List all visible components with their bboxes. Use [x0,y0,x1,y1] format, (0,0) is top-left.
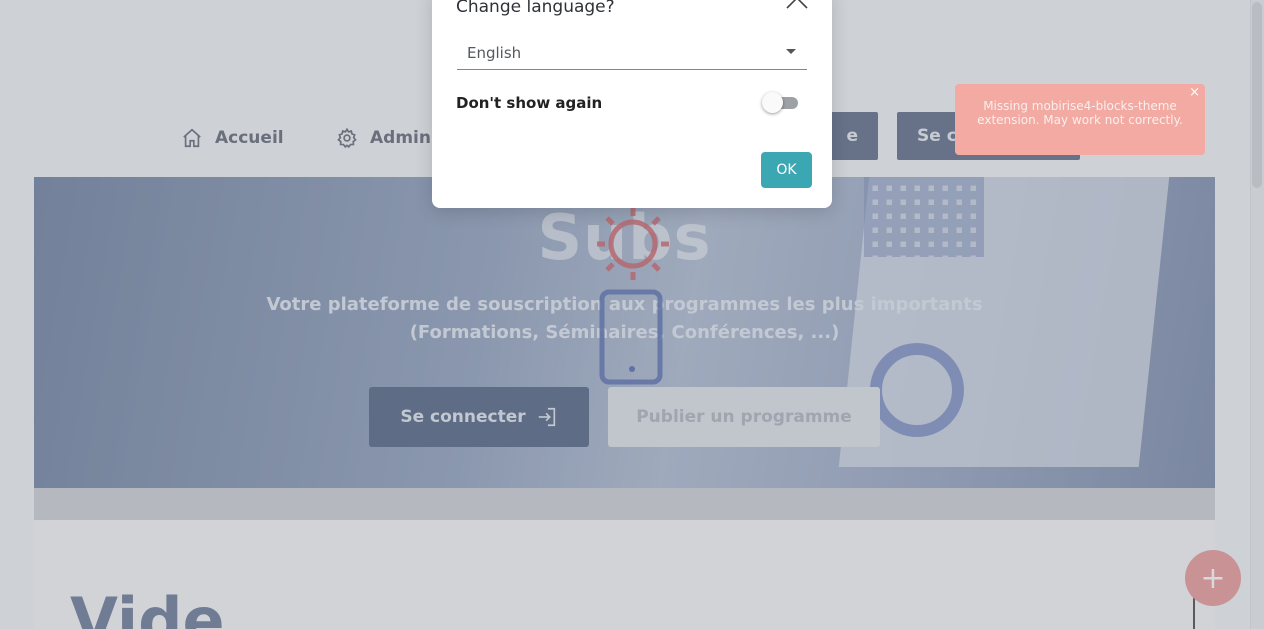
toast-close-icon[interactable]: × [1189,86,1200,100]
dialog-title: Change language? [456,0,615,17]
dont-show-again-toggle[interactable] [762,92,798,113]
caret-down-icon [786,49,796,54]
ok-button-label: OK [776,162,797,178]
chevron-up-icon[interactable] [784,0,810,14]
change-language-dialog: Change language? English Don't show agai… [432,0,832,208]
warning-toast: × Missing mobirise4-blocks-theme extensi… [955,84,1205,155]
toggle-knob [762,92,783,113]
language-select[interactable]: English [457,36,807,70]
ok-button[interactable]: OK [761,152,812,188]
dont-show-again-label: Don't show again [456,94,603,112]
language-select-value: English [467,44,522,62]
toast-message: Missing mobirise4-blocks-theme extension… [977,99,1183,127]
